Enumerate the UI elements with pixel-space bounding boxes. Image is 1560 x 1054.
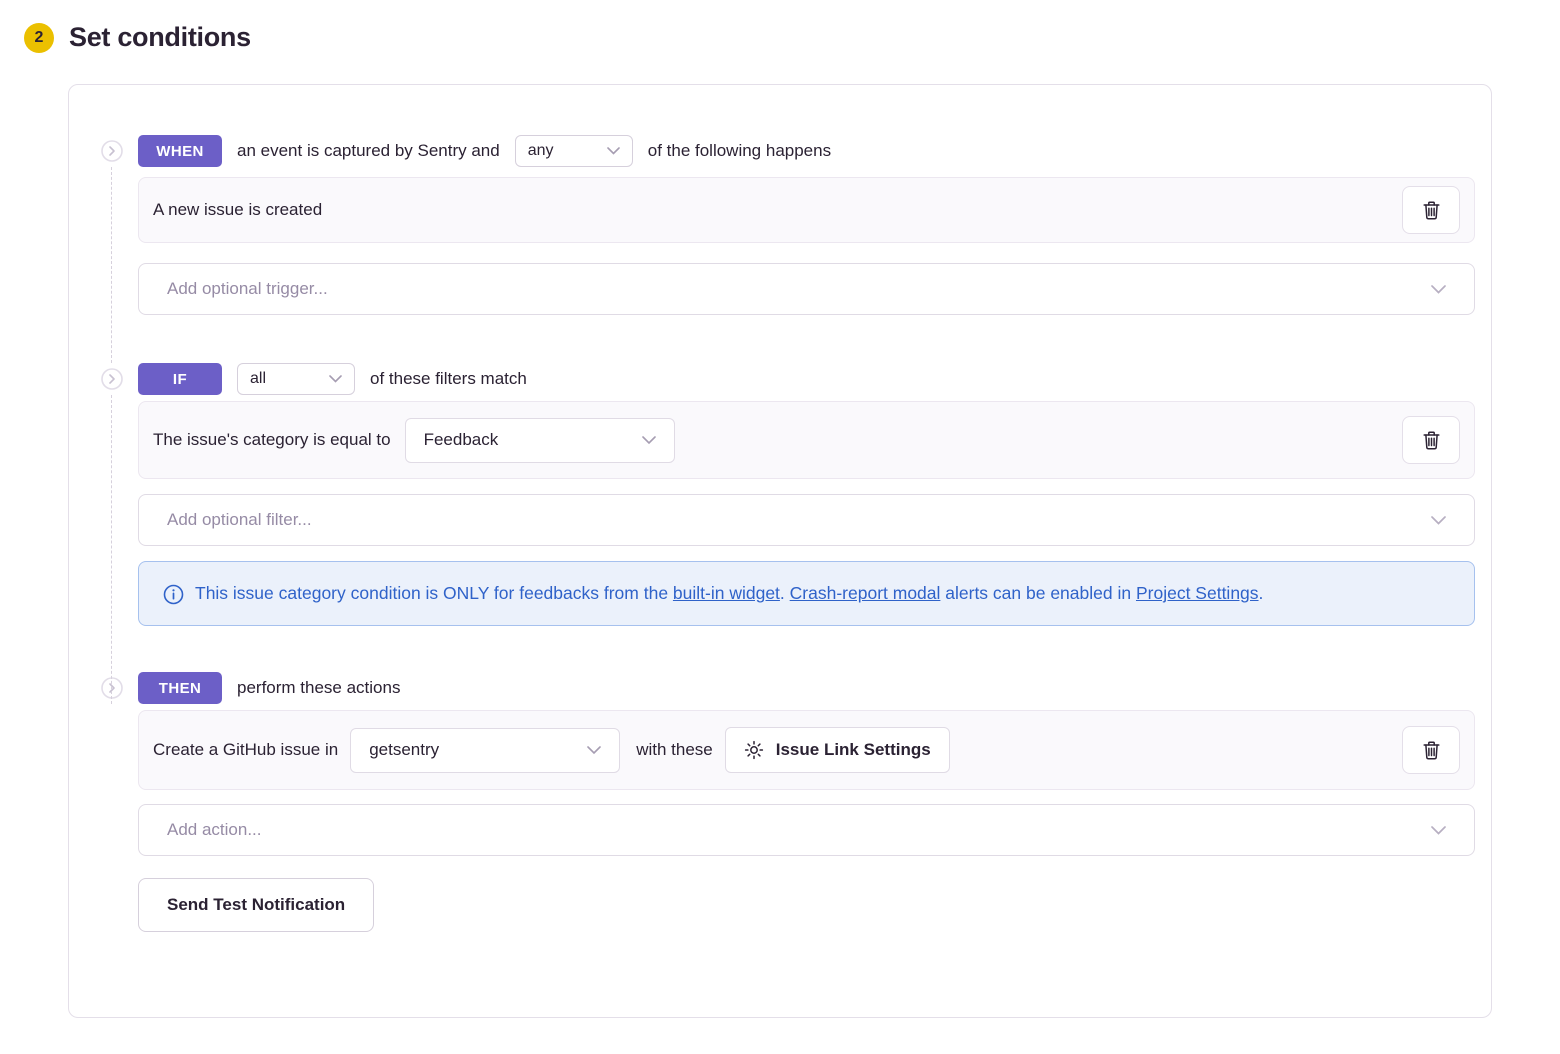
- when-text-before: an event is captured by Sentry and: [237, 141, 500, 161]
- action-rule-row: Create a GitHub issue in getsentry with …: [138, 710, 1475, 790]
- alert-text: This issue category condition is ONLY fo…: [195, 578, 1263, 609]
- then-text-after: perform these actions: [237, 678, 400, 698]
- trash-icon: [1422, 430, 1441, 451]
- then-badge: THEN: [138, 672, 222, 704]
- chevron-down-icon: [329, 375, 342, 383]
- alert-seg3: alerts can be enabled in: [940, 583, 1136, 603]
- chevron-down-icon: [587, 746, 601, 755]
- chevron-down-icon: [1431, 516, 1446, 525]
- if-badge: IF: [138, 363, 222, 395]
- crash-report-modal-link[interactable]: Crash-report modal: [790, 583, 941, 603]
- issue-link-settings-button[interactable]: Issue Link Settings: [725, 727, 950, 773]
- info-icon: [163, 584, 184, 609]
- if-step-row: IF all of these filters match: [101, 363, 1475, 395]
- step-connector-line: [111, 167, 112, 363]
- issue-link-settings-label: Issue Link Settings: [776, 740, 931, 760]
- if-text-after: of these filters match: [370, 369, 527, 389]
- trash-icon: [1422, 200, 1441, 221]
- built-in-widget-link[interactable]: built-in widget: [673, 583, 780, 603]
- add-action-select[interactable]: Add action...: [138, 804, 1475, 856]
- filter-rule-row: The issue's category is equal to Feedbac…: [138, 401, 1475, 479]
- add-optional-trigger-select[interactable]: Add optional trigger...: [138, 263, 1475, 315]
- if-match-select[interactable]: all: [237, 363, 355, 395]
- filter-rule-text: The issue's category is equal to: [153, 430, 391, 450]
- if-match-select-value: all: [250, 370, 266, 388]
- trigger-rule-text: A new issue is created: [153, 200, 322, 220]
- when-text-after: of the following happens: [648, 141, 831, 161]
- chevron-right-circle-icon: [101, 368, 123, 390]
- page-title: Set conditions: [69, 22, 251, 53]
- conditions-card: WHEN an event is captured by Sentry and …: [68, 84, 1492, 1018]
- send-test-notification-button[interactable]: Send Test Notification: [138, 878, 374, 932]
- add-optional-filter-placeholder: Add optional filter...: [167, 510, 312, 530]
- action-rule-text: Create a GitHub issue in: [153, 740, 338, 760]
- alert-seg1: This issue category condition is ONLY fo…: [195, 583, 673, 603]
- issue-category-info-alert: This issue category condition is ONLY fo…: [138, 561, 1475, 626]
- chevron-down-icon: [1431, 826, 1446, 835]
- action-text-middle: with these: [636, 740, 713, 760]
- trash-icon: [1422, 740, 1441, 761]
- filter-category-select[interactable]: Feedback: [405, 418, 675, 463]
- gear-icon: [744, 740, 764, 760]
- project-settings-link[interactable]: Project Settings: [1136, 583, 1259, 603]
- then-step-row: THEN perform these actions: [101, 672, 1475, 704]
- page-header: 2 Set conditions: [0, 0, 1560, 53]
- chevron-down-icon: [642, 436, 656, 445]
- add-optional-trigger-placeholder: Add optional trigger...: [167, 279, 328, 299]
- filter-category-select-value: Feedback: [424, 430, 499, 450]
- delete-trigger-button[interactable]: [1402, 186, 1460, 234]
- trigger-rule-row: A new issue is created: [138, 177, 1475, 243]
- when-badge: WHEN: [138, 135, 222, 167]
- when-match-select[interactable]: any: [515, 135, 633, 167]
- step-number-badge: 2: [24, 23, 54, 53]
- delete-filter-button[interactable]: [1402, 416, 1460, 464]
- alert-seg2: .: [780, 583, 790, 603]
- when-match-select-value: any: [528, 142, 554, 160]
- action-repo-select-value: getsentry: [369, 740, 439, 760]
- chevron-down-icon: [1431, 285, 1446, 294]
- action-repo-select[interactable]: getsentry: [350, 728, 620, 773]
- step-connector-line: [111, 395, 112, 704]
- add-optional-filter-select[interactable]: Add optional filter...: [138, 494, 1475, 546]
- chevron-right-circle-icon: [101, 140, 123, 162]
- alert-seg4: .: [1259, 583, 1264, 603]
- when-step-row: WHEN an event is captured by Sentry and …: [101, 135, 1475, 167]
- delete-action-button[interactable]: [1402, 726, 1460, 774]
- add-action-placeholder: Add action...: [167, 820, 262, 840]
- chevron-right-circle-icon: [101, 677, 123, 699]
- chevron-down-icon: [607, 147, 620, 155]
